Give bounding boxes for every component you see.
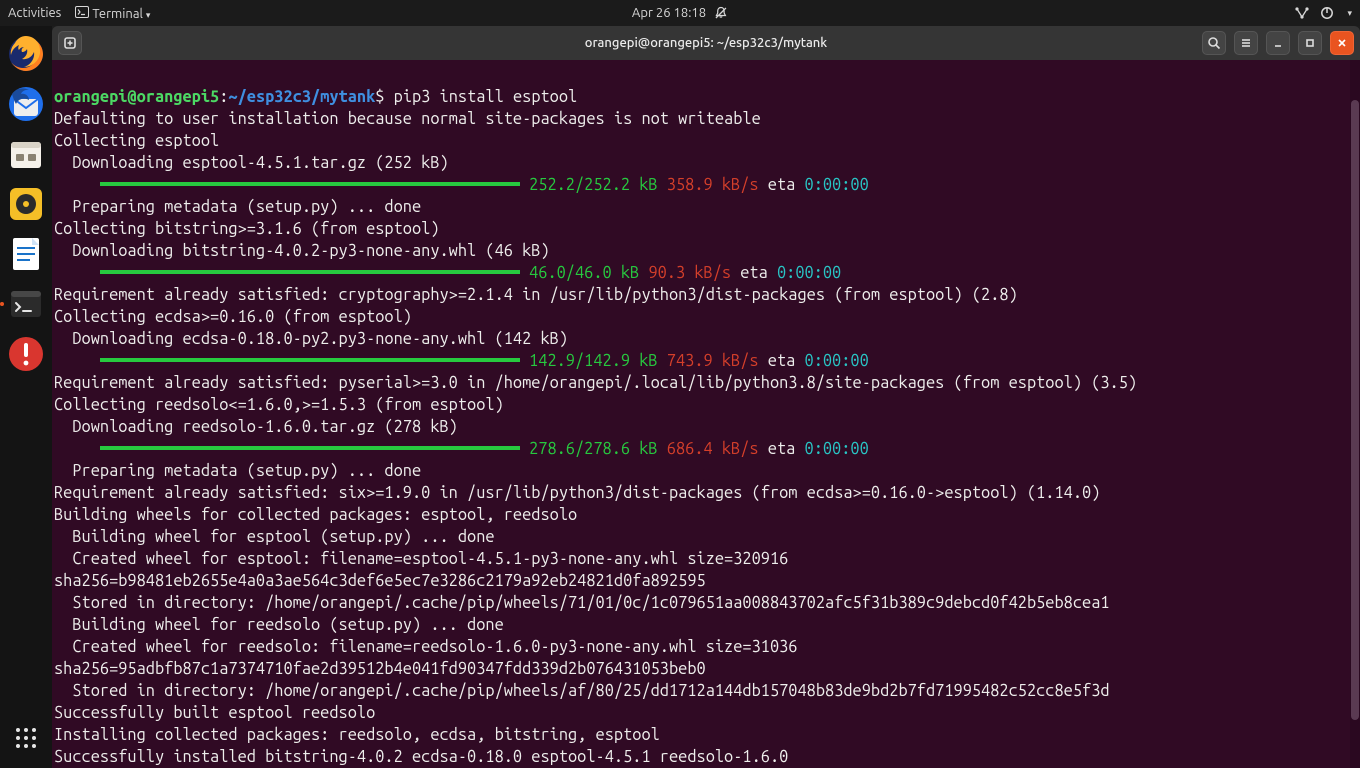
output-line: Downloading bitstring-4.0.2-py3-none-any…	[54, 242, 550, 260]
output-line: Building wheels for collected packages: …	[54, 506, 577, 524]
progress-size: 278.6/278.6 kB	[529, 440, 658, 458]
progress-bar	[100, 446, 520, 450]
grid-icon	[13, 725, 39, 751]
alert-icon	[6, 334, 46, 374]
progress-bar	[100, 182, 520, 186]
output-line: Building wheel for esptool (setup.py) ..…	[54, 528, 495, 546]
output-line: Stored in directory: /home/orangepi/.cac…	[54, 682, 1110, 700]
progress-eta: 0:00:00	[805, 352, 869, 370]
output-line: Collecting reedsolo<=1.6.0,>=1.5.3 (from…	[54, 396, 504, 414]
progress-size: 46.0/46.0 kB	[529, 264, 639, 282]
minimize-icon	[1271, 36, 1285, 50]
firefox-icon	[6, 34, 46, 74]
chevron-down-icon: ▾	[146, 10, 151, 20]
app-menu[interactable]: Terminal▾	[75, 6, 150, 21]
clock[interactable]: Apr 26 18:18	[632, 6, 728, 20]
dock	[0, 26, 52, 768]
output-line: Created wheel for reedsolo: filename=ree…	[54, 636, 1358, 680]
progress-size: 142.9/142.9 kB	[529, 352, 658, 370]
new-tab-icon	[63, 36, 77, 50]
dock-terminal[interactable]	[4, 282, 48, 326]
notification-bell-muted-icon	[714, 6, 728, 20]
new-tab-button[interactable]	[58, 31, 82, 55]
output-line: Created wheel for esptool: filename=espt…	[54, 548, 1358, 592]
dock-files[interactable]	[4, 132, 48, 176]
dock-firefox[interactable]	[4, 32, 48, 76]
app-menu-label: Terminal	[92, 7, 143, 21]
dock-rhythmbox[interactable]	[4, 182, 48, 226]
terminal-content: orangepi@orangepi5:~/esp32c3/mytank$ pip…	[54, 86, 1358, 768]
thunderbird-icon	[6, 84, 46, 124]
terminal-viewport[interactable]: orangepi@orangepi5:~/esp32c3/mytank$ pip…	[52, 60, 1360, 768]
progress-bar	[100, 270, 520, 274]
output-line: Requirement already satisfied: pyserial>…	[54, 374, 1137, 392]
search-button[interactable]	[1202, 31, 1226, 55]
output-line: Successfully built esptool reedsolo	[54, 704, 375, 722]
hamburger-icon	[1239, 36, 1253, 50]
menu-button[interactable]	[1234, 31, 1258, 55]
document-icon	[6, 234, 46, 274]
progress-size: 252.2/252.2 kB	[529, 176, 658, 194]
close-icon	[1335, 36, 1349, 50]
output-line: Requirement already satisfied: cryptogra…	[54, 286, 1018, 304]
output-line: Downloading reedsolo-1.6.0.tar.gz (278 k…	[54, 418, 458, 436]
output-line: Collecting bitstring>=3.1.6 (from esptoo…	[54, 220, 440, 238]
activities-button[interactable]: Activities	[8, 6, 61, 20]
music-icon	[6, 184, 46, 224]
progress-speed: 90.3 kB/s	[648, 264, 731, 282]
dock-libreoffice-writer[interactable]	[4, 232, 48, 276]
output-line: Preparing metadata (setup.py) ... done	[54, 462, 421, 480]
terminal-app-icon	[6, 284, 46, 324]
files-icon	[6, 134, 46, 174]
scrollbar[interactable]	[1350, 60, 1360, 768]
power-icon[interactable]	[1320, 6, 1334, 20]
maximize-button[interactable]	[1298, 31, 1322, 55]
output-line: Building wheel for reedsolo (setup.py) .…	[54, 616, 504, 634]
search-icon	[1207, 36, 1221, 50]
gnome-top-panel: Activities Terminal▾ Apr 26 18:18 ▾	[0, 0, 1360, 26]
terminal-titlebar: orangepi@orangepi5: ~/esp32c3/mytank	[52, 26, 1360, 60]
clock-label: Apr 26 18:18	[632, 6, 706, 20]
dock-software-updater[interactable]	[4, 332, 48, 376]
output-line: Downloading esptool-4.5.1.tar.gz (252 kB…	[54, 154, 449, 172]
prompt-path: ~/esp32c3/mytank	[228, 88, 375, 106]
progress-speed: 358.9 kB/s	[667, 176, 759, 194]
progress-eta: 0:00:00	[777, 264, 841, 282]
dock-thunderbird[interactable]	[4, 82, 48, 126]
close-button[interactable]	[1330, 31, 1354, 55]
output-line: Defaulting to user installation because …	[54, 110, 761, 128]
output-line: Installing collected packages: reedsolo,…	[54, 726, 660, 744]
progress-speed: 743.9 kB/s	[667, 352, 759, 370]
progress-eta: 0:00:00	[805, 176, 869, 194]
show-apps-button[interactable]	[6, 718, 46, 758]
terminal-icon	[75, 6, 89, 18]
minimize-button[interactable]	[1266, 31, 1290, 55]
output-line: Successfully installed bitstring-4.0.2 e…	[54, 748, 788, 766]
maximize-icon	[1303, 36, 1317, 50]
progress-bar	[100, 358, 520, 362]
output-line: Stored in directory: /home/orangepi/.cac…	[54, 594, 1110, 612]
output-line: Requirement already satisfied: six>=1.9.…	[54, 484, 1100, 502]
command-input: pip3 install esptool	[394, 88, 578, 106]
output-line: Downloading ecdsa-0.18.0-py2.py3-none-an…	[54, 330, 568, 348]
chevron-down-icon[interactable]: ▾	[1347, 8, 1352, 19]
output-line: Collecting ecdsa>=0.16.0 (from esptool)	[54, 308, 412, 326]
window-title: orangepi@orangepi5: ~/esp32c3/mytank	[585, 36, 827, 50]
output-line: Preparing metadata (setup.py) ... done	[54, 198, 421, 216]
output-line: Collecting esptool	[54, 132, 219, 150]
network-icon[interactable]	[1294, 6, 1310, 20]
prompt-user: orangepi@orangepi5	[54, 88, 219, 106]
progress-eta: 0:00:00	[805, 440, 869, 458]
scrollbar-thumb[interactable]	[1351, 100, 1359, 720]
progress-speed: 686.4 kB/s	[667, 440, 759, 458]
